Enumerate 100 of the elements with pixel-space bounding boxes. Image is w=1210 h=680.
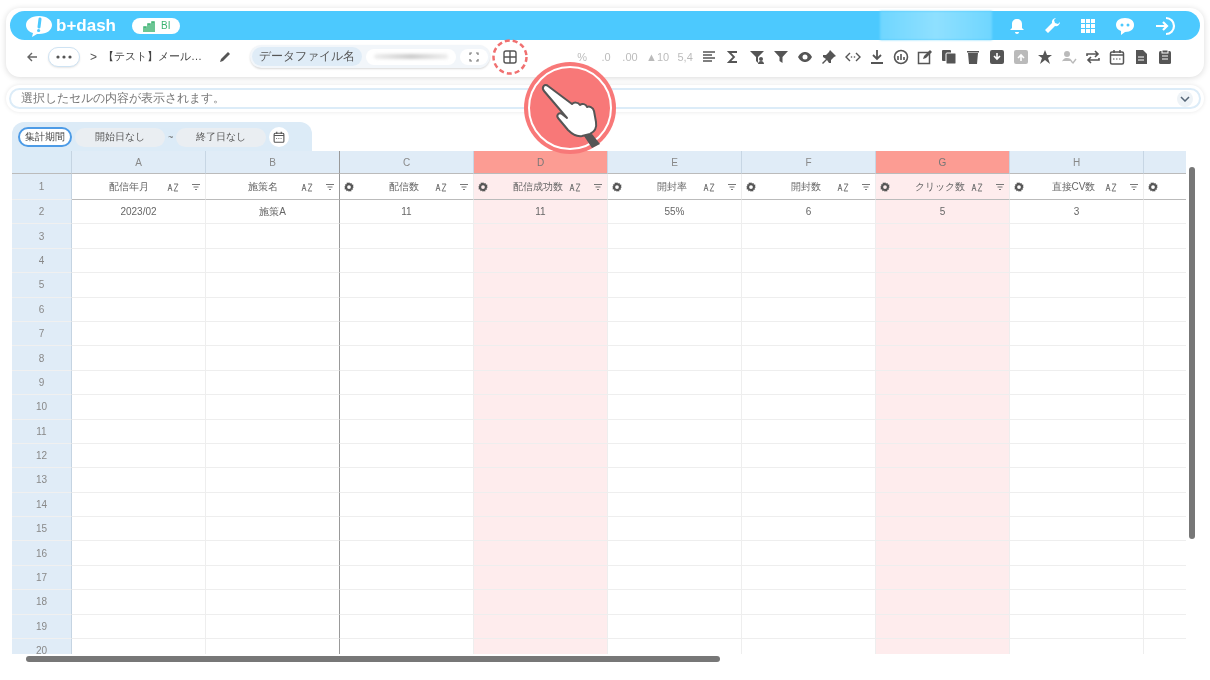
field-header-cell[interactable]: 配信年月	[72, 174, 206, 200]
table-cell: 11	[474, 200, 608, 225]
logo-text: b+dash	[56, 15, 116, 36]
period-label-button[interactable]: 集計期間	[18, 127, 72, 147]
table-cell: 2023/02	[72, 200, 206, 225]
row-number: 15	[12, 517, 72, 542]
user-filter-icon[interactable]	[749, 48, 766, 65]
sort-az-icon[interactable]	[435, 181, 447, 192]
column-header[interactable]: G	[876, 151, 1010, 174]
archive-download-icon[interactable]	[989, 48, 1006, 65]
filter-lines-icon[interactable]	[459, 182, 469, 191]
table-cell: 11	[340, 200, 474, 225]
trash-icon[interactable]	[965, 48, 982, 65]
column-title: 直接CV数	[1050, 179, 1097, 194]
end-date-field[interactable]: 終了日なし	[176, 127, 267, 147]
breadcrumb-link[interactable]: 【テスト】メール…	[103, 49, 202, 64]
column-header[interactable]: F	[742, 151, 876, 174]
column-header[interactable]: A	[72, 151, 206, 174]
edit-icon[interactable]	[917, 48, 934, 65]
column-header[interactable]: C	[340, 151, 474, 174]
column-header[interactable]: B	[206, 151, 340, 174]
row-number: 8	[12, 346, 72, 371]
row-number: 11	[12, 419, 72, 444]
star-icon[interactable]	[1037, 48, 1054, 65]
pin-icon[interactable]	[821, 48, 838, 65]
filter-lines-icon[interactable]	[861, 182, 871, 191]
gear-icon[interactable]	[612, 181, 622, 192]
sort-az-icon[interactable]	[703, 181, 715, 192]
row-number: 20	[12, 639, 72, 654]
document-icon[interactable]	[1133, 48, 1150, 65]
column-title: 施策名	[246, 179, 279, 194]
field-header-cell[interactable]: クリック数	[876, 174, 1010, 200]
column-title: 配信成功数	[511, 179, 564, 194]
filter-lines-icon[interactable]	[191, 182, 201, 191]
column-header[interactable]: E	[608, 151, 742, 174]
align-left-icon[interactable]	[701, 48, 718, 65]
row-number: 12	[12, 443, 72, 469]
sort-az-icon[interactable]	[837, 181, 849, 192]
column-title: 開封率	[655, 179, 688, 194]
gear-icon[interactable]	[880, 181, 890, 192]
column-title: 配信数	[387, 179, 420, 194]
calendar-button[interactable]	[269, 127, 290, 147]
row-number: 2	[12, 200, 72, 225]
table-grid-icon[interactable]	[492, 38, 528, 75]
row-number: 7	[12, 321, 72, 347]
field-header-cell[interactable]: 配信成功数	[474, 174, 608, 200]
file-name-label: データファイル名	[252, 47, 362, 66]
expand-icon	[469, 51, 479, 62]
download-icon[interactable]	[869, 48, 886, 65]
filter-lines-icon[interactable]	[593, 182, 603, 191]
column-title: クリック数	[913, 179, 966, 194]
row-number: 16	[12, 541, 72, 566]
chart-circle-icon[interactable]	[893, 48, 910, 65]
calendar-icon[interactable]	[1109, 48, 1126, 65]
filter-lines-icon[interactable]	[995, 182, 1005, 191]
calendar-icon	[273, 131, 286, 143]
field-header-cell[interactable]: 開封率	[608, 174, 742, 200]
row-number: 19	[12, 614, 72, 640]
sort-az-icon[interactable]	[971, 181, 983, 192]
gear-icon[interactable]	[746, 181, 756, 192]
filter-lines-icon[interactable]	[727, 182, 737, 191]
column-header[interactable]: H	[1010, 151, 1144, 174]
file-name-field[interactable]	[366, 48, 456, 65]
pencil-icon[interactable]	[218, 49, 232, 64]
repeat-icon[interactable]	[1085, 48, 1102, 65]
chart-icon	[142, 19, 156, 32]
table-cell: 55%	[608, 200, 742, 225]
gear-icon[interactable]	[478, 181, 488, 192]
row-number: 3	[12, 224, 72, 249]
filter-icon[interactable]	[773, 48, 790, 65]
back-arrow-icon[interactable]	[26, 50, 38, 63]
gear-icon[interactable]	[1014, 181, 1024, 192]
field-header-cell[interactable]: 開封数	[742, 174, 876, 200]
row-number: 18	[12, 590, 72, 615]
row-number: 1	[12, 174, 72, 200]
gear-icon[interactable]	[1148, 181, 1158, 192]
filter-lines-icon[interactable]	[325, 182, 335, 191]
sort-az-icon[interactable]	[301, 181, 313, 192]
row-number: 10	[12, 395, 72, 420]
chevron-down-icon[interactable]	[1180, 95, 1190, 102]
copy-icon[interactable]	[941, 48, 958, 65]
sort-az-icon[interactable]	[1105, 181, 1117, 192]
gear-icon[interactable]	[344, 181, 354, 192]
clipboard-icon[interactable]	[1157, 48, 1174, 65]
row-number: 17	[12, 565, 72, 591]
field-header-cell[interactable]: 施策名	[206, 174, 340, 200]
bi-badge[interactable]: BI	[132, 17, 181, 34]
filter-lines-icon[interactable]	[1129, 182, 1139, 191]
date-separator: ~	[168, 132, 174, 142]
sort-az-icon[interactable]	[167, 181, 179, 192]
column-title: 配信年月	[107, 179, 150, 194]
sort-az-icon[interactable]	[569, 181, 581, 192]
column-header[interactable]: D	[474, 151, 608, 174]
row-number: 9	[12, 370, 72, 396]
field-header-cell[interactable]: 直接CV数	[1010, 174, 1144, 200]
start-date-field[interactable]: 開始日なし	[75, 127, 165, 147]
table-cell: 3	[1010, 200, 1144, 225]
row-number: 13	[12, 468, 72, 493]
table-cell: 5	[876, 200, 1010, 225]
field-header-cell[interactable]: 配信数	[340, 174, 474, 200]
